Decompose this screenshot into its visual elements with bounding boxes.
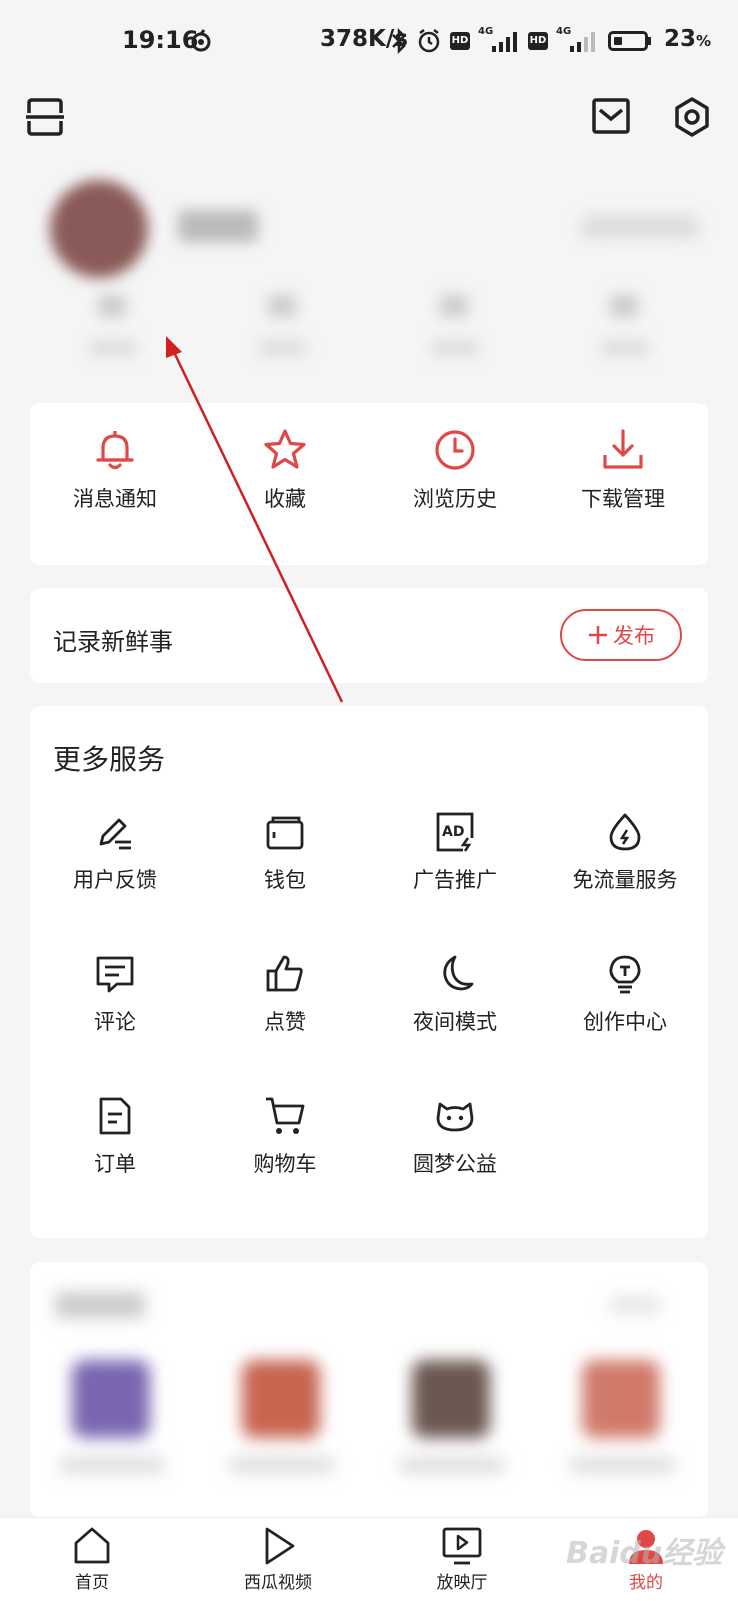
quick-action-favorites[interactable]: 收藏 <box>200 427 370 513</box>
service-label: 免流量服务 <box>572 868 678 892</box>
nav-label: 西瓜视频 <box>244 1573 312 1593</box>
status-time: 19:16 <box>122 26 199 54</box>
recommend-card <box>30 1262 708 1517</box>
services-title: 更多服务 <box>53 743 166 776</box>
quick-action-history[interactable]: 浏览历史 <box>370 427 540 513</box>
publish-button[interactable]: 发布 <box>560 609 682 661</box>
quick-actions-card: 消息通知 收藏 浏览历史 下载管理 <box>30 403 708 565</box>
mail-icon[interactable] <box>592 98 630 134</box>
post-title: 记录新鲜事 <box>53 628 173 656</box>
battery-percent: 23% <box>664 26 712 52</box>
thumb-up-icon <box>266 955 303 992</box>
cart-icon <box>266 1097 305 1134</box>
publish-button-label: 发布 <box>613 624 655 648</box>
quick-action-label: 浏览历史 <box>413 487 497 511</box>
service-label: 广告推广 <box>413 868 497 892</box>
clock-icon <box>435 430 475 470</box>
service-label: 夜间模式 <box>413 1010 497 1034</box>
scan-icon[interactable] <box>26 95 64 139</box>
nav-label: 放映厅 <box>436 1573 488 1593</box>
quick-action-label: 收藏 <box>264 487 306 511</box>
nav-label: 首页 <box>75 1573 109 1593</box>
service-creator-center[interactable]: 创作中心 <box>540 954 710 1036</box>
moon-icon <box>443 955 474 991</box>
service-feedback[interactable]: 用户反馈 <box>30 812 200 894</box>
service-label: 钱包 <box>264 868 306 892</box>
service-comments[interactable]: 评论 <box>30 954 200 1036</box>
watermark: Baidu经验 <box>566 1536 723 1571</box>
service-charity[interactable]: 圆梦公益 <box>370 1096 540 1178</box>
service-label: 圆梦公益 <box>413 1152 497 1176</box>
bulb-icon <box>609 955 641 994</box>
status-bar: 19:16 378K/s HD 4G HD 4G 23% <box>0 0 738 84</box>
service-cart[interactable]: 购物车 <box>200 1096 370 1178</box>
service-ads[interactable]: AD 广告推广 <box>370 812 540 894</box>
username[interactable] <box>178 210 258 242</box>
service-label: 用户反馈 <box>73 868 157 892</box>
hd-badge: HD <box>528 32 548 50</box>
quick-action-label: 消息通知 <box>73 487 157 511</box>
quick-action-label: 下载管理 <box>581 487 665 511</box>
wallet-icon <box>266 816 304 850</box>
profile-link[interactable] <box>580 215 700 239</box>
drop-icon <box>609 813 641 851</box>
cat-face-icon <box>436 1102 474 1132</box>
hd-badge: HD <box>450 32 470 50</box>
document-icon <box>99 1097 131 1135</box>
svg-text:AD: AD <box>442 824 464 840</box>
nav-cinema[interactable]: 放映厅 <box>402 1526 522 1593</box>
service-orders[interactable]: 订单 <box>30 1096 200 1178</box>
avatar[interactable] <box>50 180 148 278</box>
service-label: 评论 <box>94 1010 136 1034</box>
battery-icon <box>608 31 648 51</box>
home-icon <box>74 1527 110 1564</box>
nav-xigua-video[interactable]: 西瓜视频 <box>218 1526 338 1593</box>
ad-icon: AD <box>436 812 474 852</box>
pen-icon <box>99 818 131 850</box>
signal-icon <box>492 32 517 52</box>
star-icon <box>264 429 306 469</box>
plus-icon <box>589 626 607 644</box>
netease-music-icon <box>191 29 211 52</box>
alarm-icon <box>418 29 440 53</box>
signal-icon <box>570 32 595 52</box>
service-wallet[interactable]: 钱包 <box>200 812 370 894</box>
service-label: 点赞 <box>264 1010 306 1034</box>
profile-section[interactable] <box>0 160 738 400</box>
play-icon <box>265 1527 295 1565</box>
bell-icon <box>96 431 134 470</box>
service-label: 创作中心 <box>583 1010 667 1034</box>
service-night-mode[interactable]: 夜间模式 <box>370 954 540 1036</box>
nav-home[interactable]: 首页 <box>32 1526 152 1593</box>
tv-icon <box>442 1527 482 1565</box>
bluetooth-icon <box>392 28 406 54</box>
comment-icon <box>96 956 134 993</box>
gear-icon[interactable] <box>672 97 712 137</box>
service-label: 订单 <box>94 1152 136 1176</box>
service-free-data[interactable]: 免流量服务 <box>540 812 710 894</box>
service-likes[interactable]: 点赞 <box>200 954 370 1036</box>
quick-action-notifications[interactable]: 消息通知 <box>30 427 200 513</box>
quick-action-downloads[interactable]: 下载管理 <box>538 427 708 513</box>
service-label: 购物车 <box>253 1152 317 1176</box>
download-icon <box>603 429 643 469</box>
